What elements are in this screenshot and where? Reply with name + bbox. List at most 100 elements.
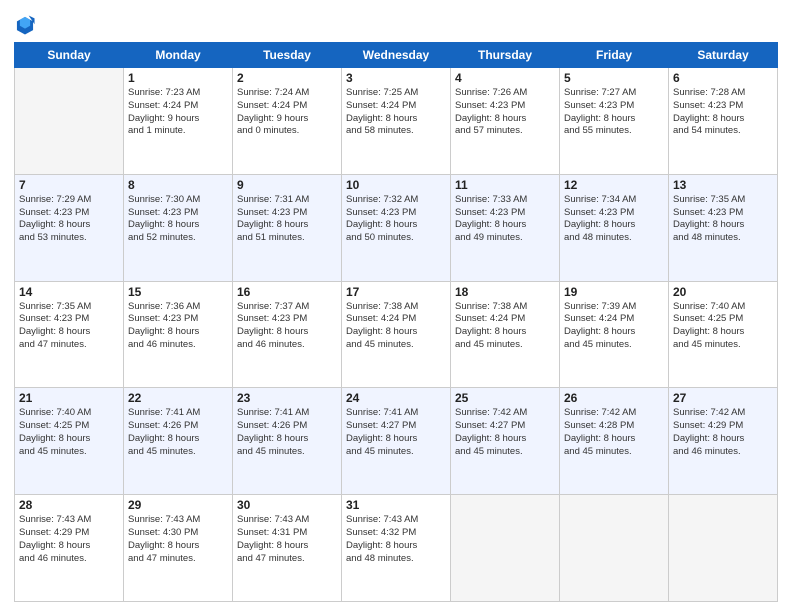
day-info: Sunrise: 7:27 AMSunset: 4:23 PMDaylight:… (564, 87, 664, 138)
day-number: 17 (346, 285, 446, 299)
page: SundayMondayTuesdayWednesdayThursdayFrid… (0, 0, 792, 612)
day-info: Sunrise: 7:42 AMSunset: 4:28 PMDaylight:… (564, 407, 664, 458)
day-number: 31 (346, 498, 446, 512)
day-cell: 24 Sunrise: 7:41 AMSunset: 4:27 PMDayligh… (342, 388, 451, 495)
day-info: Sunrise: 7:29 AMSunset: 4:23 PMDaylight:… (19, 194, 119, 245)
day-cell: 26 Sunrise: 7:42 AMSunset: 4:28 PMDayligh… (560, 388, 669, 495)
day-cell: 8 Sunrise: 7:30 AMSunset: 4:23 PMDaylight… (124, 174, 233, 281)
day-number: 2 (237, 71, 337, 85)
day-number: 18 (455, 285, 555, 299)
day-info: Sunrise: 7:30 AMSunset: 4:23 PMDaylight:… (128, 194, 228, 245)
day-info: Sunrise: 7:43 AMSunset: 4:32 PMDaylight:… (346, 514, 446, 565)
day-cell: 5Sunrise: 7:27 AMSunset: 4:23 PMDaylight… (560, 68, 669, 175)
day-info: Sunrise: 7:40 AMSunset: 4:25 PMDaylight:… (673, 301, 773, 352)
day-info: Sunrise: 7:37 AMSunset: 4:23 PMDaylight:… (237, 301, 337, 352)
logo-icon (14, 14, 36, 36)
day-cell: 15 Sunrise: 7:36 AMSunset: 4:23 PMDayligh… (124, 281, 233, 388)
day-info: Sunrise: 7:41 AMSunset: 4:26 PMDaylight:… (128, 407, 228, 458)
day-number: 24 (346, 391, 446, 405)
day-cell: 29 Sunrise: 7:43 AMSunset: 4:30 PMDayligh… (124, 495, 233, 602)
day-cell: 25Sunrise: 7:42 AMSunset: 4:27 PMDayligh… (451, 388, 560, 495)
day-cell: 1 Sunrise: 7:23 AMSunset: 4:24 PMDaylight… (124, 68, 233, 175)
day-number: 10 (346, 178, 446, 192)
header-row: SundayMondayTuesdayWednesdayThursdayFrid… (15, 43, 778, 68)
day-info: Sunrise: 7:41 AMSunset: 4:26 PMDaylight:… (237, 407, 337, 458)
col-header-tuesday: Tuesday (233, 43, 342, 68)
day-number: 19 (564, 285, 664, 299)
col-header-sunday: Sunday (15, 43, 124, 68)
day-cell: 20 Sunrise: 7:40 AMSunset: 4:25 PMDayligh… (669, 281, 778, 388)
day-info: Sunrise: 7:28 AMSunset: 4:23 PMDaylight:… (673, 87, 773, 138)
day-cell: 7 Sunrise: 7:29 AMSunset: 4:23 PMDaylight… (15, 174, 124, 281)
day-cell (560, 495, 669, 602)
day-info: Sunrise: 7:35 AMSunset: 4:23 PMDaylight:… (19, 301, 119, 352)
day-number: 1 (128, 71, 228, 85)
day-number: 16 (237, 285, 337, 299)
day-number: 9 (237, 178, 337, 192)
day-cell: 4Sunrise: 7:26 AMSunset: 4:23 PMDaylight… (451, 68, 560, 175)
day-cell: 13Sunrise: 7:35 AMSunset: 4:23 PMDayligh… (669, 174, 778, 281)
day-number: 28 (19, 498, 119, 512)
day-number: 27 (673, 391, 773, 405)
calendar-table: SundayMondayTuesdayWednesdayThursdayFrid… (14, 42, 778, 602)
day-cell (15, 68, 124, 175)
day-cell: 21 Sunrise: 7:40 AMSunset: 4:25 PMDayligh… (15, 388, 124, 495)
col-header-thursday: Thursday (451, 43, 560, 68)
day-cell: 2 Sunrise: 7:24 AMSunset: 4:24 PMDaylight… (233, 68, 342, 175)
col-header-saturday: Saturday (669, 43, 778, 68)
day-cell (669, 495, 778, 602)
day-info: Sunrise: 7:43 AMSunset: 4:30 PMDaylight:… (128, 514, 228, 565)
week-row-1: 1 Sunrise: 7:23 AMSunset: 4:24 PMDaylight… (15, 68, 778, 175)
day-info: Sunrise: 7:31 AMSunset: 4:23 PMDaylight:… (237, 194, 337, 245)
day-cell: 3Sunrise: 7:25 AMSunset: 4:24 PMDaylight… (342, 68, 451, 175)
day-number: 26 (564, 391, 664, 405)
day-cell: 10 Sunrise: 7:32 AMSunset: 4:23 PMDayligh… (342, 174, 451, 281)
day-cell: 12Sunrise: 7:34 AMSunset: 4:23 PMDayligh… (560, 174, 669, 281)
day-info: Sunrise: 7:33 AMSunset: 4:23 PMDaylight:… (455, 194, 555, 245)
day-number: 22 (128, 391, 228, 405)
week-row-4: 21 Sunrise: 7:40 AMSunset: 4:25 PMDayligh… (15, 388, 778, 495)
day-number: 8 (128, 178, 228, 192)
day-info: Sunrise: 7:39 AMSunset: 4:24 PMDaylight:… (564, 301, 664, 352)
week-row-2: 7 Sunrise: 7:29 AMSunset: 4:23 PMDaylight… (15, 174, 778, 281)
day-number: 11 (455, 178, 555, 192)
day-cell: 16 Sunrise: 7:37 AMSunset: 4:23 PMDayligh… (233, 281, 342, 388)
day-cell (451, 495, 560, 602)
day-info: Sunrise: 7:25 AMSunset: 4:24 PMDaylight:… (346, 87, 446, 138)
day-cell: 18 Sunrise: 7:38 AMSunset: 4:24 PMDayligh… (451, 281, 560, 388)
day-number: 20 (673, 285, 773, 299)
day-number: 12 (564, 178, 664, 192)
logo (14, 14, 38, 36)
day-number: 29 (128, 498, 228, 512)
header (14, 10, 778, 36)
day-info: Sunrise: 7:23 AMSunset: 4:24 PMDaylight:… (128, 87, 228, 138)
day-info: Sunrise: 7:24 AMSunset: 4:24 PMDaylight:… (237, 87, 337, 138)
day-number: 13 (673, 178, 773, 192)
day-cell: 30 Sunrise: 7:43 AMSunset: 4:31 PMDayligh… (233, 495, 342, 602)
day-cell: 9 Sunrise: 7:31 AMSunset: 4:23 PMDaylight… (233, 174, 342, 281)
day-info: Sunrise: 7:38 AMSunset: 4:24 PMDaylight:… (346, 301, 446, 352)
day-number: 6 (673, 71, 773, 85)
day-number: 21 (19, 391, 119, 405)
day-cell: 19 Sunrise: 7:39 AMSunset: 4:24 PMDayligh… (560, 281, 669, 388)
day-cell: 27Sunrise: 7:42 AMSunset: 4:29 PMDayligh… (669, 388, 778, 495)
day-cell: 22 Sunrise: 7:41 AMSunset: 4:26 PMDayligh… (124, 388, 233, 495)
day-info: Sunrise: 7:40 AMSunset: 4:25 PMDaylight:… (19, 407, 119, 458)
day-info: Sunrise: 7:43 AMSunset: 4:31 PMDaylight:… (237, 514, 337, 565)
day-number: 30 (237, 498, 337, 512)
day-info: Sunrise: 7:42 AMSunset: 4:27 PMDaylight:… (455, 407, 555, 458)
day-info: Sunrise: 7:41 AMSunset: 4:27 PMDaylight:… (346, 407, 446, 458)
week-row-3: 14Sunrise: 7:35 AMSunset: 4:23 PMDayligh… (15, 281, 778, 388)
day-info: Sunrise: 7:32 AMSunset: 4:23 PMDaylight:… (346, 194, 446, 245)
day-info: Sunrise: 7:38 AMSunset: 4:24 PMDaylight:… (455, 301, 555, 352)
day-cell: 11 Sunrise: 7:33 AMSunset: 4:23 PMDayligh… (451, 174, 560, 281)
day-number: 23 (237, 391, 337, 405)
day-cell: 6 Sunrise: 7:28 AMSunset: 4:23 PMDaylight… (669, 68, 778, 175)
day-number: 7 (19, 178, 119, 192)
day-info: Sunrise: 7:43 AMSunset: 4:29 PMDaylight:… (19, 514, 119, 565)
day-cell: 23 Sunrise: 7:41 AMSunset: 4:26 PMDayligh… (233, 388, 342, 495)
day-number: 15 (128, 285, 228, 299)
week-row-5: 28 Sunrise: 7:43 AMSunset: 4:29 PMDayligh… (15, 495, 778, 602)
day-info: Sunrise: 7:36 AMSunset: 4:23 PMDaylight:… (128, 301, 228, 352)
col-header-wednesday: Wednesday (342, 43, 451, 68)
